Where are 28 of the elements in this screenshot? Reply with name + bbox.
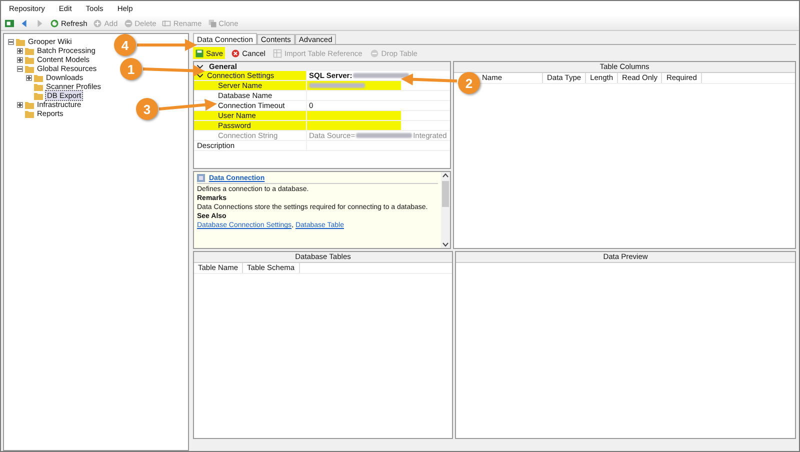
collapse-toggle[interactable] xyxy=(8,38,14,44)
collapse-toggle[interactable] xyxy=(17,66,23,72)
refresh-icon xyxy=(50,18,59,28)
save-icon xyxy=(195,48,204,58)
rename-icon xyxy=(162,18,172,28)
clone-icon xyxy=(208,18,217,28)
callout-arrow xyxy=(401,73,458,86)
panel-icon[interactable] xyxy=(5,18,14,28)
callout-arrow xyxy=(142,64,205,77)
redacted-value xyxy=(353,73,410,78)
scrollbar[interactable] xyxy=(441,172,450,248)
redacted-value xyxy=(356,133,412,138)
expand-toggle[interactable] xyxy=(26,74,32,80)
add-icon xyxy=(93,18,102,28)
drop-icon xyxy=(370,48,380,58)
delete-icon xyxy=(124,18,133,28)
redacted-value xyxy=(309,83,365,88)
cancel-icon xyxy=(231,48,240,58)
scroll-down-icon[interactable] xyxy=(442,241,449,248)
expand-toggle[interactable] xyxy=(17,56,23,62)
import-icon xyxy=(273,48,282,58)
database-icon xyxy=(197,174,205,182)
back-icon[interactable] xyxy=(20,18,29,28)
callout-arrow xyxy=(158,98,217,111)
expand-toggle[interactable] xyxy=(17,48,23,54)
scroll-up-icon[interactable] xyxy=(442,172,449,179)
callout-arrow xyxy=(137,39,197,51)
expand-toggle[interactable] xyxy=(17,102,23,108)
